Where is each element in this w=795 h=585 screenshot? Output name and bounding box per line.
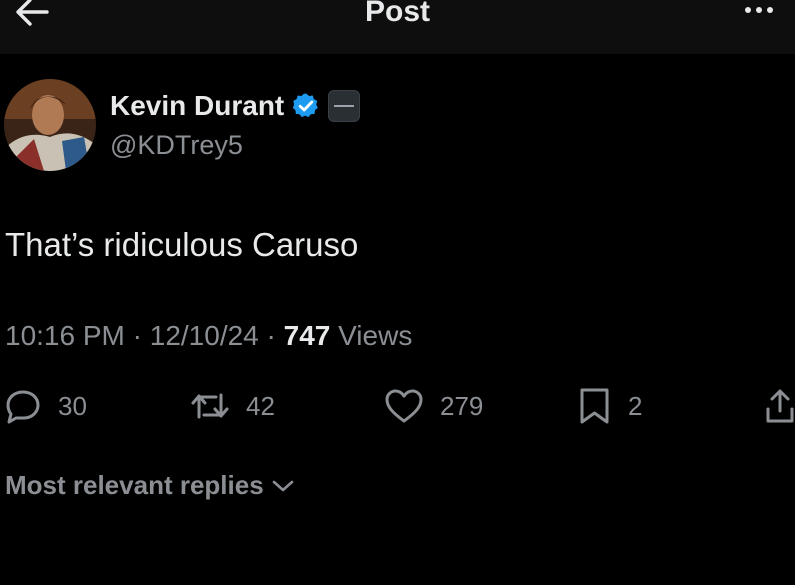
repost-count: 42 — [246, 390, 275, 421]
heart-icon — [385, 389, 423, 423]
post-meta: 10:16 PM · 12/10/24 · 747 Views — [5, 320, 412, 352]
replies-sort-dropdown[interactable]: Most relevant replies — [5, 470, 294, 501]
author-display-name[interactable]: Kevin Durant — [110, 90, 284, 122]
reply-icon — [6, 390, 40, 424]
affiliate-badge-icon[interactable] — [328, 90, 361, 122]
bookmark-icon — [580, 388, 609, 424]
post-time[interactable]: 10:16 PM — [5, 320, 125, 351]
action-bar: 30 42 279 2 — [0, 384, 795, 428]
top-bar: Post — [0, 0, 795, 54]
avatar-image — [4, 79, 96, 171]
like-button[interactable]: 279 — [384, 384, 483, 428]
repost-icon — [191, 393, 229, 419]
reply-count: 30 — [58, 390, 87, 421]
verified-badge-icon — [293, 93, 319, 118]
avatar[interactable] — [4, 79, 96, 171]
author-handle[interactable]: @KDTrey5 — [110, 130, 243, 161]
more-horizontal-icon — [745, 7, 751, 13]
chevron-down-icon — [272, 480, 293, 491]
share-button[interactable] — [765, 384, 795, 428]
post-text: That’s ridiculous Caruso — [5, 226, 359, 263]
views-count: 747 — [283, 320, 331, 351]
meta-separator: · — [132, 320, 142, 351]
post-date[interactable]: 12/10/24 — [150, 320, 259, 351]
meta-separator: · — [266, 320, 276, 351]
share-icon — [766, 389, 794, 423]
bookmark-button[interactable]: 2 — [578, 384, 642, 428]
bookmark-count: 2 — [628, 390, 643, 421]
views-label: Views — [338, 320, 413, 351]
repost-button[interactable]: 42 — [190, 384, 275, 428]
page-title: Post — [364, 0, 430, 28]
replies-sort-label: Most relevant replies — [5, 470, 264, 500]
more-button[interactable] — [737, 0, 781, 22]
reply-button[interactable]: 30 — [4, 384, 87, 428]
like-count: 279 — [440, 390, 484, 421]
author-name-row: Kevin Durant — [110, 86, 361, 126]
